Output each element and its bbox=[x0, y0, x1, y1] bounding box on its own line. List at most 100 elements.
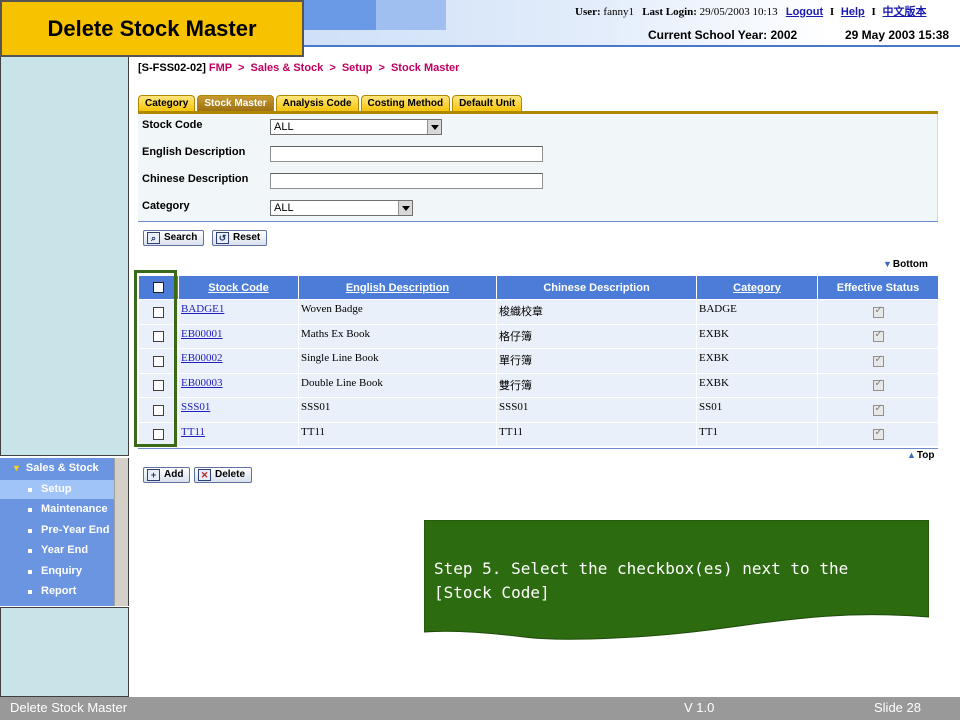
effective-status-header: Effective Status bbox=[817, 275, 939, 300]
chevron-down-icon: ▼ bbox=[12, 463, 21, 473]
chinese-description-label: Chinese Description bbox=[142, 173, 249, 185]
slide: User: fanny1 Last Login: 29/05/2003 10:1… bbox=[0, 0, 960, 720]
last-login-value: 29/05/2003 10:13 bbox=[699, 6, 778, 18]
chinese-description-cell: 雙行簿 bbox=[496, 372, 697, 398]
search-button[interactable]: ⌕ Search bbox=[143, 230, 205, 246]
nav-item-label: Pre-Year End bbox=[41, 524, 110, 536]
stock-code-header[interactable]: Stock Code bbox=[178, 275, 299, 300]
chevron-down-icon[interactable] bbox=[398, 201, 412, 215]
tab-stock-master[interactable]: Stock Master bbox=[197, 95, 274, 112]
effective-status-cell bbox=[817, 348, 939, 374]
help-link[interactable]: Help bbox=[841, 6, 865, 18]
breadcrumb-item-sales-stock[interactable]: Sales & Stock bbox=[251, 62, 324, 74]
chinese-description-input[interactable] bbox=[270, 173, 543, 189]
nav-item-maintenance[interactable]: Maintenance bbox=[0, 500, 115, 519]
jump-bottom-link[interactable]: ▼Bottom bbox=[883, 259, 928, 270]
stock-code-cell[interactable]: SSS01 bbox=[178, 397, 299, 423]
category-cell: TT1 bbox=[696, 421, 818, 447]
english-description-cell: Maths Ex Book bbox=[298, 323, 497, 349]
chinese-description-cell: TT11 bbox=[496, 421, 697, 447]
delete-button[interactable]: ✕ Delete bbox=[194, 467, 253, 483]
logout-link[interactable]: Logout bbox=[786, 6, 823, 18]
effective-status-cell bbox=[817, 299, 939, 325]
table-row: SSS01 SSS01 SSS01 SS01 bbox=[138, 397, 939, 423]
arrow-down-icon: ▼ bbox=[883, 259, 892, 269]
search-icon: ⌕ bbox=[147, 232, 160, 244]
search-form: Stock Code ALL English Description Chine… bbox=[138, 114, 938, 221]
nav-item-pre-year-end[interactable]: Pre-Year End bbox=[0, 521, 115, 540]
callout-text: Step 5. Select the checkbox(es) next to … bbox=[434, 559, 849, 602]
nav-item-label: Report bbox=[41, 585, 77, 597]
stock-code-cell[interactable]: EB00001 bbox=[178, 323, 299, 349]
add-icon: + bbox=[147, 469, 160, 481]
arrow-up-icon: ▲ bbox=[907, 450, 916, 460]
stock-code-value: ALL bbox=[274, 121, 294, 133]
english-description-cell: Woven Badge bbox=[298, 299, 497, 325]
breadcrumb-item-setup[interactable]: Setup bbox=[342, 62, 373, 74]
table-row: TT11 TT11 TT11 TT1 bbox=[138, 421, 939, 447]
breadcrumb-item-stock-master: Stock Master bbox=[390, 62, 460, 74]
stock-code-cell[interactable]: EB00002 bbox=[178, 348, 299, 374]
chinese-description-cell: 格仔簿 bbox=[496, 323, 697, 349]
user-label: User: bbox=[575, 6, 601, 18]
english-description-input[interactable] bbox=[270, 146, 543, 162]
category-header[interactable]: Category bbox=[696, 275, 818, 300]
reset-button[interactable]: ↺ Reset bbox=[212, 230, 268, 246]
table-row: EB00003 Double Line Book 雙行簿 EXBK bbox=[138, 372, 939, 398]
reset-icon: ↺ bbox=[216, 232, 229, 244]
jump-bottom-label: Bottom bbox=[892, 259, 928, 270]
breadcrumb-separator: > bbox=[329, 62, 336, 74]
english-description-cell: TT11 bbox=[298, 421, 497, 447]
footer-title: Delete Stock Master bbox=[10, 700, 128, 715]
stock-code-select[interactable]: ALL bbox=[270, 119, 442, 135]
footer-slide-number: Slide 28 bbox=[874, 700, 921, 715]
category-cell: BADGE bbox=[696, 299, 818, 325]
chinese-description-header: Chinese Description bbox=[496, 275, 697, 300]
chinese-description-cell: 梭織校章 bbox=[496, 299, 697, 325]
stock-code-cell[interactable]: EB00003 bbox=[178, 372, 299, 398]
effective-status-cell bbox=[817, 323, 939, 349]
effective-status-cell bbox=[817, 372, 939, 398]
nav-item-setup[interactable]: Setup bbox=[0, 480, 115, 499]
nav-section-label: Sales & Stock bbox=[25, 462, 99, 474]
nav-item-report[interactable]: Report bbox=[0, 582, 115, 601]
checkbox-highlight-frame bbox=[134, 270, 177, 447]
effective-checkbox bbox=[872, 305, 884, 318]
tab-analysis-code[interactable]: Analysis Code bbox=[275, 95, 359, 112]
slide-title: Delete Stock Master bbox=[0, 0, 304, 57]
left-panel-bottom bbox=[0, 607, 129, 697]
effective-status-cell bbox=[817, 421, 939, 447]
english-description-header[interactable]: English Description bbox=[298, 275, 497, 300]
chevron-down-icon[interactable] bbox=[427, 120, 441, 134]
add-button[interactable]: + Add bbox=[143, 467, 191, 483]
user-name: fanny1 bbox=[603, 6, 634, 18]
stock-master-table: Stock Code English Description Chinese D… bbox=[138, 275, 939, 447]
chinese-version-link[interactable]: 中文版本 bbox=[883, 6, 927, 18]
tab-category[interactable]: Category bbox=[138, 95, 196, 112]
header-divider bbox=[304, 45, 960, 47]
header-decoration bbox=[304, 0, 376, 30]
jump-top-link[interactable]: ▲Top bbox=[907, 450, 935, 461]
breadcrumb-item-fmp[interactable]: FMP bbox=[209, 62, 232, 74]
effective-status-cell bbox=[817, 397, 939, 423]
function-code: [S-FSS02-02] bbox=[138, 62, 206, 74]
category-select[interactable]: ALL bbox=[270, 200, 413, 216]
tab-default-unit[interactable]: Default Unit bbox=[452, 95, 523, 112]
table-row: BADGE1 Woven Badge 梭織校章 BADGE bbox=[138, 299, 939, 325]
nav-item-enquiry[interactable]: Enquiry bbox=[0, 562, 115, 581]
tab-costing-method[interactable]: Costing Method bbox=[360, 95, 451, 112]
nav-scrollbar[interactable] bbox=[114, 458, 128, 606]
nav-section-sales-stock[interactable]: ▼ Sales & Stock bbox=[12, 462, 99, 474]
last-login-label: Last Login: bbox=[642, 6, 697, 18]
effective-checkbox bbox=[872, 403, 884, 416]
nav-item-year-end[interactable]: Year End bbox=[0, 541, 115, 560]
english-description-cell: Single Line Book bbox=[298, 348, 497, 374]
nav-item-label: Setup bbox=[41, 483, 72, 495]
category-cell: SS01 bbox=[696, 397, 818, 423]
jump-top-label: Top bbox=[916, 450, 935, 461]
category-cell: EXBK bbox=[696, 372, 818, 398]
stock-code-cell[interactable]: TT11 bbox=[178, 421, 299, 447]
chinese-description-cell: SSS01 bbox=[496, 397, 697, 423]
category-cell: EXBK bbox=[696, 323, 818, 349]
stock-code-cell[interactable]: BADGE1 bbox=[178, 299, 299, 325]
